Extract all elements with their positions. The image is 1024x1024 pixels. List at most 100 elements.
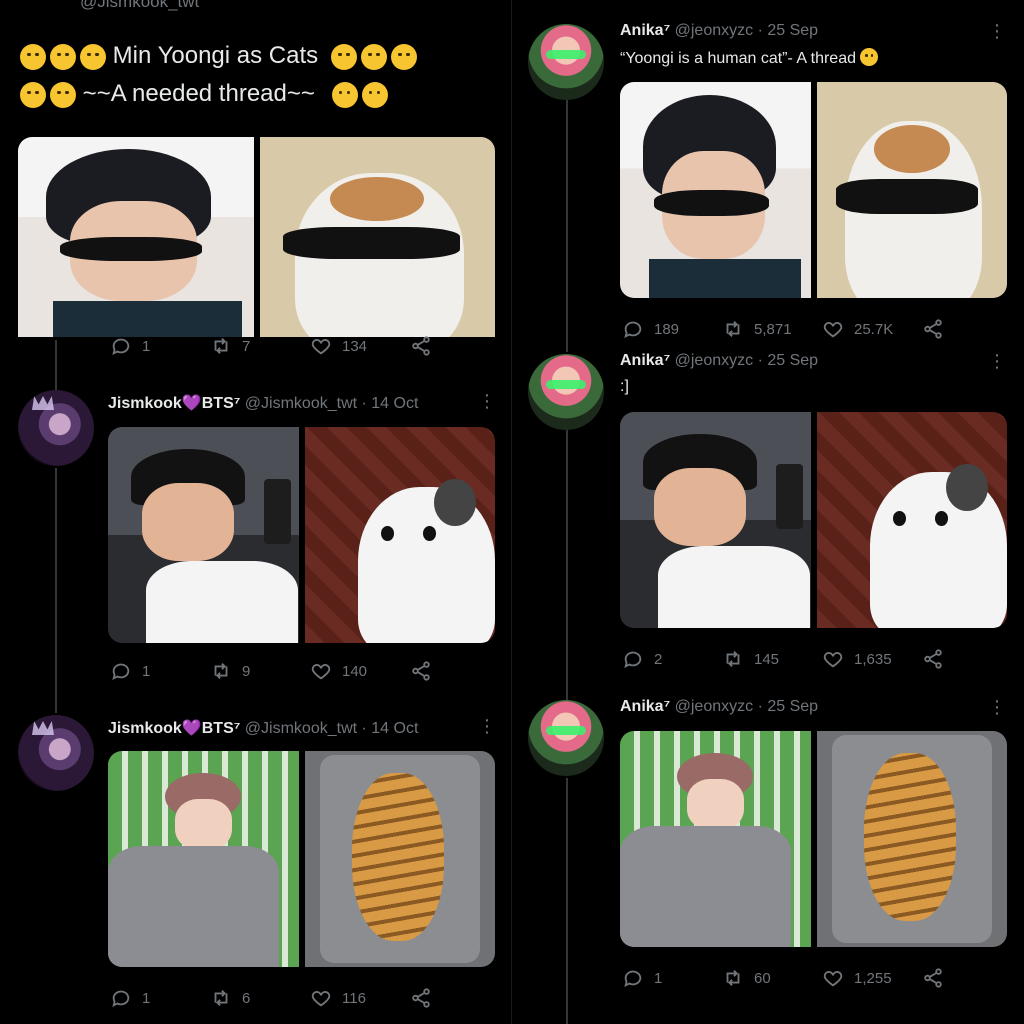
like-count: 1,255 [854, 969, 892, 987]
display-name[interactable]: Anika⁷ [620, 22, 670, 39]
joy-cat-emoji [390, 43, 417, 70]
handle-date[interactable]: @jeonxyzc · 25 Sep [675, 698, 818, 715]
like-icon [311, 339, 331, 355]
like-icon [823, 652, 843, 668]
handle-date[interactable]: @Jismkook_twt · 14 Oct [245, 395, 419, 412]
retweet-count: 9 [242, 662, 251, 680]
more-icon[interactable]: ⋮ [478, 717, 496, 735]
more-icon[interactable]: ⋮ [988, 352, 1006, 370]
like-button[interactable]: 116 [310, 987, 410, 1009]
top-handle[interactable]: @Jismkook_twt [80, 0, 199, 12]
thread-line [566, 100, 568, 352]
tweet-media[interactable] [620, 412, 1007, 628]
tweet-media[interactable] [620, 731, 1007, 947]
like-button[interactable]: 140 [310, 660, 410, 682]
like-count: 134 [342, 337, 368, 355]
smirk-cat-emoji [331, 81, 358, 108]
display-name-suffix[interactable]: BTS⁷ [202, 720, 241, 737]
handle-date[interactable]: @Jismkook_twt · 14 Oct [245, 720, 419, 737]
avatar[interactable] [18, 715, 94, 791]
photo-yoongi-cap[interactable] [620, 412, 811, 628]
reply-icon [112, 663, 130, 681]
reply-button[interactable]: 2 [622, 648, 722, 670]
share-icon [924, 319, 942, 339]
like-icon [311, 664, 331, 680]
photo-smiling-cat[interactable] [816, 412, 1007, 628]
handle-date[interactable]: @jeonxyzc · 25 Sep [675, 22, 818, 39]
retweet-button[interactable]: 60 [722, 967, 822, 989]
tweet-media[interactable] [108, 427, 495, 643]
reply-icon [624, 970, 642, 988]
share-button[interactable] [410, 987, 432, 1009]
photo-tabby-cat[interactable] [304, 751, 495, 967]
tweet-media[interactable] [620, 82, 1007, 298]
thread-title-text: Min Yoongi as Cats [112, 42, 319, 69]
share-button[interactable] [922, 967, 944, 989]
smirk-cat-emoji [20, 81, 46, 108]
retweet-count: 7 [242, 337, 251, 355]
tweet-header: Anika⁷ @jeonxyzc · 25 Sep [620, 22, 818, 40]
tweet-text: :] [620, 378, 629, 395]
tweet-media[interactable] [108, 751, 495, 967]
tweet-actions: 1 9 140 [110, 660, 432, 682]
more-icon[interactable]: ⋮ [478, 392, 496, 410]
like-icon [311, 991, 331, 1007]
photo-smiling-cat[interactable] [304, 427, 495, 643]
display-name-suffix[interactable]: BTS⁷ [202, 395, 241, 412]
like-button[interactable]: 134 [310, 335, 410, 357]
display-name[interactable]: Jismkook [108, 720, 182, 737]
photo-cat-sunglasses[interactable] [259, 137, 495, 337]
reply-count: 1 [142, 337, 151, 355]
retweet-button[interactable]: 7 [210, 335, 310, 357]
like-button[interactable]: 1,635 [822, 648, 922, 670]
avatar[interactable] [18, 390, 94, 466]
tweet-text: “Yoongi is a human cat”- A thread [620, 48, 879, 68]
reply-button[interactable]: 189 [622, 318, 722, 340]
avatar[interactable] [528, 24, 604, 100]
more-icon[interactable]: ⋮ [988, 22, 1006, 40]
tweet-actions: 2 145 1,635 [622, 648, 944, 670]
retweet-icon [726, 970, 740, 986]
retweet-button[interactable]: 145 [722, 648, 822, 670]
tweet-actions: 1 7 134 [110, 335, 432, 357]
retweet-button[interactable]: 9 [210, 660, 310, 682]
share-button[interactable] [922, 318, 944, 340]
thread-line [55, 468, 57, 713]
avatar[interactable] [528, 700, 604, 776]
reply-button[interactable]: 1 [110, 660, 210, 682]
photo-cat-sunglasses[interactable] [816, 82, 1007, 298]
like-button[interactable]: 25.7K [822, 318, 922, 340]
share-button[interactable] [410, 335, 432, 357]
thread-line [566, 778, 568, 1024]
share-icon [412, 988, 430, 1008]
share-button[interactable] [410, 660, 432, 682]
reply-button[interactable]: 1 [110, 987, 210, 1009]
display-name[interactable]: Anika⁷ [620, 352, 670, 369]
like-button[interactable]: 1,255 [822, 967, 922, 989]
thread-line [55, 340, 57, 390]
tweet-header: Jismkook💜BTS⁷ @Jismkook_twt · 14 Oct [108, 718, 418, 738]
photo-yoongi-sunglasses[interactable] [18, 137, 254, 337]
avatar[interactable] [528, 354, 604, 430]
like-icon [823, 971, 843, 987]
thread-subtitle-text: ~~A needed thread~~ [82, 80, 315, 107]
retweet-count: 145 [754, 650, 780, 668]
tweet-media[interactable] [18, 137, 495, 337]
display-name[interactable]: Jismkook [108, 395, 182, 412]
display-name[interactable]: Anika⁷ [620, 698, 670, 715]
retweet-button[interactable]: 5,871 [722, 318, 822, 340]
thread-line [566, 430, 568, 700]
handle-date[interactable]: @jeonxyzc · 25 Sep [675, 352, 818, 369]
cat-face-emoji [860, 48, 879, 66]
reply-button[interactable]: 1 [110, 335, 210, 357]
reply-button[interactable]: 1 [622, 967, 722, 989]
photo-yoongi-cap[interactable] [108, 427, 299, 643]
retweet-button[interactable]: 6 [210, 987, 310, 1009]
reply-count: 1 [654, 969, 663, 987]
photo-yoongi-sunglasses[interactable] [620, 82, 811, 298]
photo-yoongi-lying[interactable] [108, 751, 299, 967]
photo-tabby-cat[interactable] [816, 731, 1007, 947]
share-button[interactable] [922, 648, 944, 670]
photo-yoongi-lying[interactable] [620, 731, 811, 947]
more-icon[interactable]: ⋮ [988, 698, 1006, 716]
